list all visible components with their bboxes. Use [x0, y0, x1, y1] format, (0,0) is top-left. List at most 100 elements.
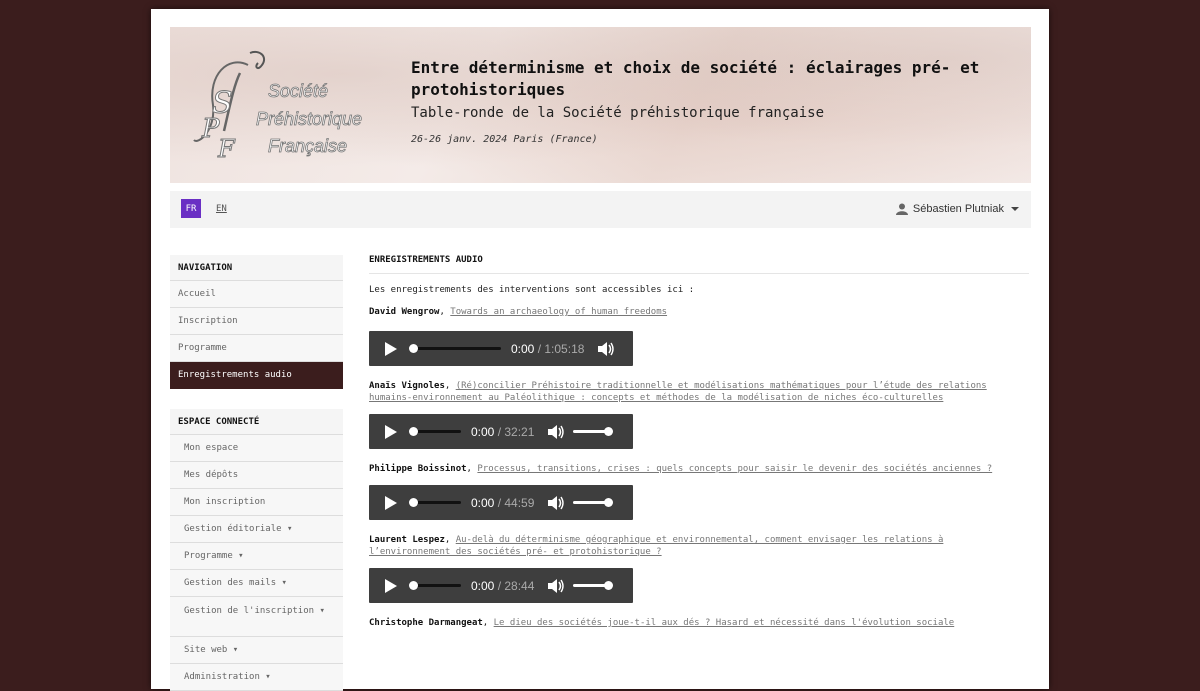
separator: , [482, 618, 494, 628]
volume-slider[interactable] [573, 581, 614, 590]
audio-player: 0:00 / 1:05:18 [369, 331, 633, 366]
volume-icon[interactable] [548, 495, 565, 510]
speaker-name: Laurent Lespez [369, 535, 445, 545]
speaker-name: Anaïs Vignoles [369, 381, 445, 391]
speaker-name: Philippe Boissinot [369, 464, 467, 474]
talk-title-link[interactable]: Processus, transitions, crises : quels c… [477, 464, 992, 474]
spf-logo[interactable]: S P F Société Préhistorique Française [188, 45, 388, 164]
play-icon[interactable] [384, 341, 397, 356]
user-icon [895, 203, 908, 215]
duration: 28:44 [504, 578, 535, 593]
sidebar-item-mon-espace[interactable]: Mon espace [170, 435, 343, 462]
play-icon[interactable] [384, 578, 397, 593]
seek-knob[interactable] [409, 498, 418, 507]
separator: , [466, 464, 478, 474]
main-content: ENREGISTREMENTS AUDIO Les enregistrement… [369, 255, 1029, 629]
separator: , [439, 307, 451, 317]
talk-info: Anaïs Vignoles, (Ré)concilier Préhistoir… [369, 380, 1029, 404]
talk-info: Philippe Boissinot, Processus, transitio… [369, 463, 1029, 475]
seek-bar[interactable] [409, 344, 501, 353]
current-time: 0:00 [471, 424, 495, 439]
volume-slider[interactable] [573, 498, 614, 507]
seek-bar[interactable] [409, 427, 461, 436]
speaker-name: Christophe Darmangeat [369, 618, 483, 628]
separator: , [444, 535, 456, 545]
volume-icon[interactable] [548, 578, 565, 593]
time-display: 0:00 / 44:59 [471, 496, 534, 510]
time-separator: / [494, 578, 505, 593]
sidebar-item-gestion-inscription[interactable]: Gestion de l'inscription ▾ [170, 597, 343, 637]
sidebar-item-mes-depots[interactable]: Mes dépôts [170, 462, 343, 489]
play-icon[interactable] [384, 424, 397, 439]
time-separator: / [494, 495, 505, 510]
talk-title-link[interactable]: Towards an archaeology of human freedoms [450, 307, 667, 317]
list-item: Laurent Lespez, Au-delà du déterminisme … [369, 534, 1029, 603]
event-date: 26-26 janv. 2024 Paris (France) [411, 134, 598, 145]
talk-title-link[interactable]: Le dieu des sociétés joue-t-il aux dés ?… [494, 618, 955, 628]
seek-bar[interactable] [409, 581, 461, 590]
user-menu[interactable]: Sébastien Plutniak [895, 200, 1019, 218]
talk-title-link[interactable]: (Ré)concilier Préhistoire traditionnelle… [369, 381, 987, 403]
user-name: Sébastien Plutniak [912, 203, 1004, 215]
sidebar-item-mon-inscription[interactable]: Mon inscription [170, 489, 343, 516]
current-time: 0:00 [511, 341, 535, 356]
sidebar-header-navigation: NAVIGATION [170, 255, 343, 281]
volume-knob[interactable] [604, 498, 614, 507]
volume-knob[interactable] [604, 581, 614, 590]
volume-icon[interactable] [548, 424, 565, 439]
volume-knob[interactable] [604, 427, 614, 436]
sidebar-item-enregistrements-audio[interactable]: Enregistrements audio [170, 362, 343, 389]
seek-knob[interactable] [409, 344, 418, 353]
list-item: Philippe Boissinot, Processus, transitio… [369, 463, 1029, 520]
spf-logo-graphic: S P F Société Préhistorique Française [193, 51, 362, 164]
event-subtitle: Table-ronde de la Société préhistorique … [411, 105, 825, 121]
speaker-name: David Wengrow [369, 307, 440, 317]
sidebar-item-programme[interactable]: Programme [170, 335, 343, 362]
svg-text:F: F [217, 135, 236, 163]
lang-en-link[interactable]: EN [216, 199, 227, 218]
chevron-down-icon [1011, 207, 1019, 211]
play-icon[interactable] [384, 495, 397, 510]
sidebar-item-gestion-mails[interactable]: Gestion des mails ▾ [170, 570, 343, 597]
sidebar-item-gestion-editoriale[interactable]: Gestion éditoriale ▾ [170, 516, 343, 543]
intro-text: Les enregistrements des interventions so… [369, 285, 695, 295]
time-separator: / [494, 424, 505, 439]
current-time: 0:00 [471, 578, 495, 593]
sidebar-item-administration[interactable]: Administration ▾ [170, 664, 343, 691]
duration: 1:05:18 [544, 341, 585, 356]
audio-player: 0:00 / 44:59 [369, 485, 633, 520]
sidebar-item-programme-admin[interactable]: Programme ▾ [170, 543, 343, 570]
separator: , [444, 381, 456, 391]
time-separator: / [534, 341, 545, 356]
sidebar-item-site-web[interactable]: Site web ▾ [170, 637, 343, 664]
talk-info: Christophe Darmangeat, Le dieu des socié… [369, 617, 1029, 629]
lang-fr-button[interactable]: FR [181, 199, 201, 218]
audio-player: 0:00 / 28:44 [369, 568, 633, 603]
top-toolbar: FR EN Sébastien Plutniak [170, 191, 1031, 228]
seek-bar[interactable] [409, 498, 461, 507]
sidebar: NAVIGATION Accueil Inscription Programme… [170, 255, 343, 691]
time-display: 0:00 / 32:21 [471, 425, 534, 439]
sidebar-item-accueil[interactable]: Accueil [170, 281, 343, 308]
list-item: Anaïs Vignoles, (Ré)concilier Préhistoir… [369, 380, 1029, 449]
talk-info: David Wengrow, Towards an archaeology of… [369, 306, 1029, 318]
talk-title-link[interactable]: Au-delà du déterminisme géographique et … [369, 535, 943, 557]
seek-knob[interactable] [409, 581, 418, 590]
list-item: David Wengrow, Towards an archaeology of… [369, 306, 1029, 366]
svg-text:Société: Société [268, 81, 328, 101]
time-display: 0:00 / 28:44 [471, 579, 534, 593]
time-display: 0:00 / 1:05:18 [511, 342, 584, 356]
event-title: Entre déterminisme et choix de société :… [411, 58, 980, 99]
audio-player: 0:00 / 32:21 [369, 414, 633, 449]
volume-icon[interactable] [598, 341, 615, 356]
current-time: 0:00 [471, 495, 495, 510]
duration: 44:59 [504, 495, 535, 510]
volume-slider[interactable] [573, 427, 614, 436]
banner: S P F Société Préhistorique Française En… [170, 27, 1031, 183]
page-title: ENREGISTREMENTS AUDIO [369, 255, 1029, 274]
sidebar-header-espace-connecte: ESPACE CONNECTÉ [170, 409, 343, 435]
seek-knob[interactable] [409, 427, 418, 436]
sidebar-item-inscription[interactable]: Inscription [170, 308, 343, 335]
list-item: Christophe Darmangeat, Le dieu des socié… [369, 617, 1029, 629]
